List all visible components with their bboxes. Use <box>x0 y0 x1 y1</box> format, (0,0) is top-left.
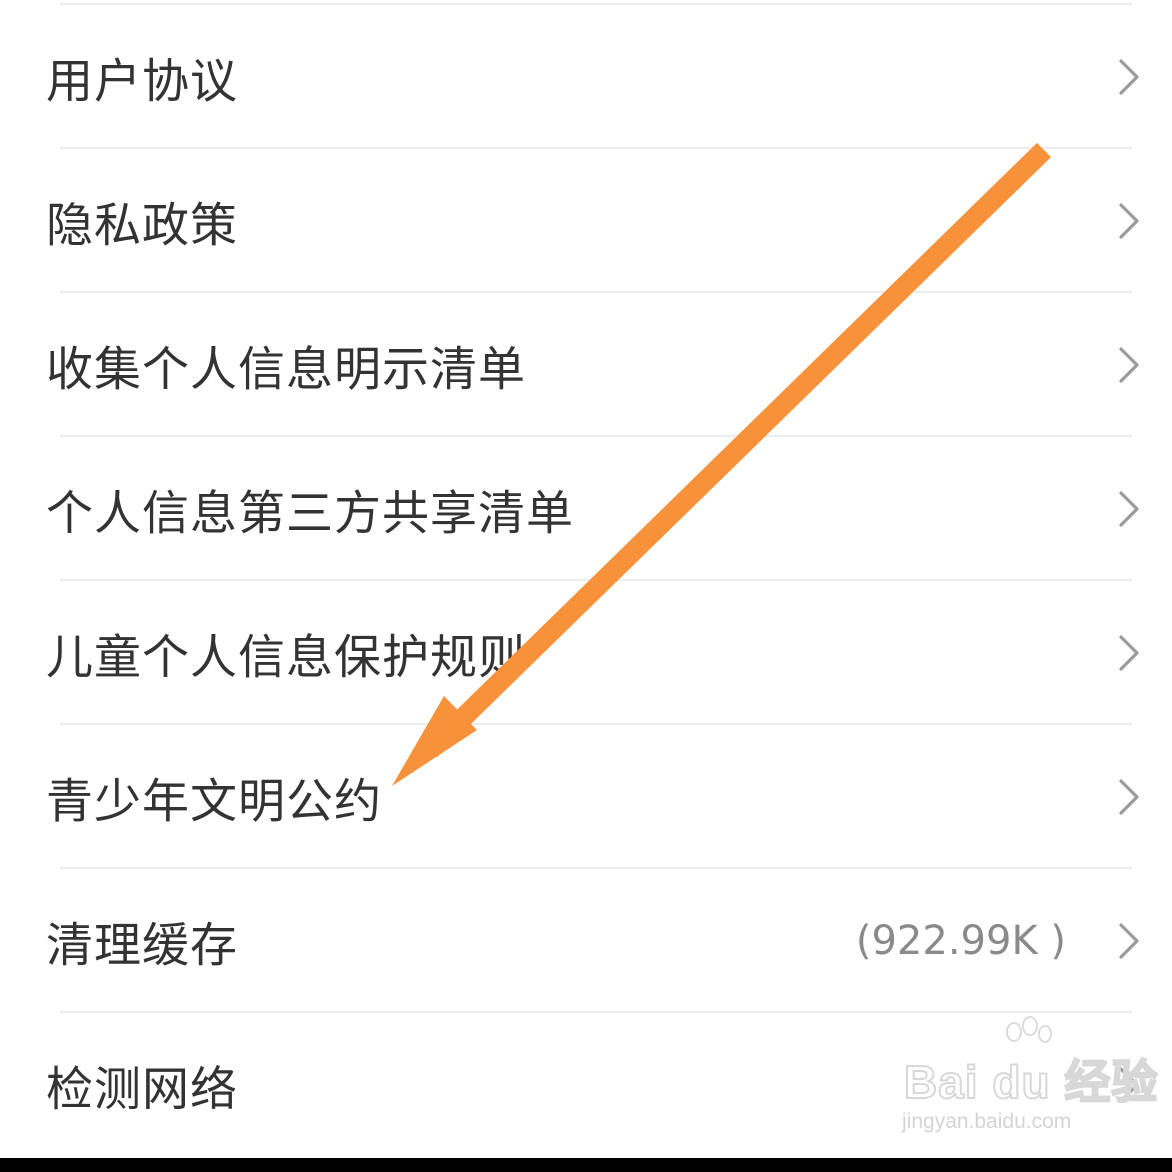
menu-item-network-check[interactable]: 检测网络 <box>0 1013 1172 1157</box>
chevron-right-icon <box>1119 59 1139 95</box>
chevron-right-icon <box>1119 203 1139 239</box>
menu-item-label: 用户协议 <box>46 54 238 110</box>
menu-item-label: 检测网络 <box>46 1062 238 1118</box>
chevron-right-icon <box>1119 635 1139 671</box>
menu-item-label: 隐私政策 <box>46 198 238 254</box>
menu-item-label: 清理缓存 <box>46 918 238 974</box>
settings-screen: 用户协议 隐私政策 收集个人信息明示清单 个人信息第三方共享清单 儿童个人信息保… <box>0 0 1172 1172</box>
menu-item-youth-civility-pact[interactable]: 青少年文明公约 <box>0 725 1172 869</box>
menu-item-collected-info-list[interactable]: 收集个人信息明示清单 <box>0 293 1172 437</box>
chevron-right-icon <box>1119 1067 1139 1103</box>
menu-item-label: 儿童个人信息保护规则 <box>46 630 526 686</box>
menu-item-clear-cache[interactable]: 清理缓存 (922.99K ) <box>0 869 1172 1013</box>
menu-item-user-agreement[interactable]: 用户协议 <box>0 5 1172 149</box>
menu-item-label: 青少年文明公约 <box>46 774 382 830</box>
cache-size-value: (922.99K ) <box>855 918 1066 964</box>
menu-item-privacy-policy[interactable]: 隐私政策 <box>0 149 1172 293</box>
menu-item-third-party-sharing-list[interactable]: 个人信息第三方共享清单 <box>0 437 1172 581</box>
chevron-right-icon <box>1119 347 1139 383</box>
chevron-right-icon <box>1119 779 1139 815</box>
menu-item-label: 收集个人信息明示清单 <box>46 342 526 398</box>
bottom-edge-bar <box>0 1158 1172 1172</box>
menu-item-children-privacy-rules[interactable]: 儿童个人信息保护规则 <box>0 581 1172 725</box>
menu-item-label: 个人信息第三方共享清单 <box>46 486 574 542</box>
chevron-right-icon <box>1119 923 1139 959</box>
settings-menu-list: 用户协议 隐私政策 收集个人信息明示清单 个人信息第三方共享清单 儿童个人信息保… <box>0 5 1172 1157</box>
chevron-right-icon <box>1119 491 1139 527</box>
